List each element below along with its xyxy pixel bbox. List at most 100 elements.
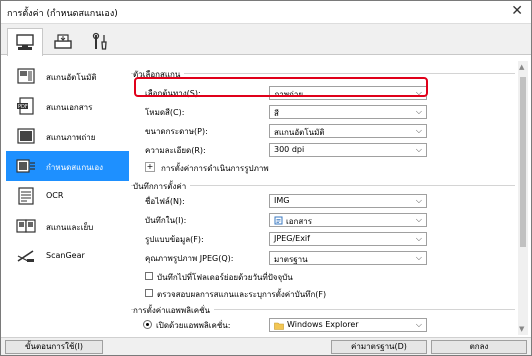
settings-panel: ตัวเลือกสแกน เลือกต้นทาง(S): ภาพถ่าย ⌵ โ…	[131, 61, 517, 335]
check-results-row: ตรวจสอบผลการสแกนและระบุการตั้งค่าบันทึก(…	[131, 286, 451, 300]
open-with-radio[interactable]	[143, 320, 152, 329]
svg-text:PDF: PDF	[18, 104, 28, 110]
data-format-label: รูปแบบข้อมูล(F):	[145, 235, 204, 244]
ok-button[interactable]: ตกลง	[431, 340, 527, 354]
resolution-label: ความละเอียด(R):	[145, 146, 206, 155]
file-name-input[interactable]: IMG ⌵	[269, 194, 427, 208]
jpeg-quality-row: คุณภาพรูปภาพ JPEG(Q): มาตรฐาน ⌵	[131, 251, 431, 265]
check-results-checkbox[interactable]	[145, 289, 153, 297]
auto-scan-icon	[17, 68, 35, 84]
file-name-label: ชื่อไฟล์(N):	[145, 197, 185, 206]
data-format-row: รูปแบบข้อมูล(F): JPEG/Exif ⌵	[131, 232, 431, 246]
sidebar-item-label: กำหนดสแกนเอง	[46, 163, 104, 172]
subfolder-label[interactable]: บันทึกไปที่โฟลเดอร์ย่อยด้วยวันที่ปัจจุบั…	[157, 271, 293, 284]
sidebar-item-scangear[interactable]: ScanGear	[6, 241, 129, 271]
tab-scan-from-computer[interactable]	[7, 28, 43, 57]
save-settings-group: บันทึกการตั้งค่า ชื่อไฟล์(N): IMG ⌵ บันท…	[131, 180, 515, 300]
data-format-value: JPEG/Exif	[274, 234, 310, 243]
custom-scan-icon	[16, 159, 35, 173]
image-processing-label[interactable]: การตั้งค่าการดำเนินการรูปภาพ	[161, 162, 269, 175]
chevron-down-icon: ⌵	[415, 107, 422, 116]
data-format-dropdown[interactable]: JPEG/Exif ⌵	[269, 232, 427, 246]
photo-icon	[17, 128, 35, 144]
sidebar-item-label: สแกนอัตโนมัติ	[46, 73, 97, 82]
paper-size-label: ขนาดกระดาษ(P):	[145, 127, 208, 136]
sidebar-item-label: ScanGear	[46, 251, 85, 260]
folder-icon	[274, 322, 284, 330]
bottom-button-bar: ขั้นตอนการใช้(I) ค่ามาตรฐาน(D) ตกลง	[1, 337, 531, 355]
sidebar-item-label: OCR	[46, 191, 64, 200]
subfolder-row: บันทึกไปที่โฟลเดอร์ย่อยด้วยวันที่ปัจจุบั…	[131, 269, 451, 283]
top-tab-bar	[1, 23, 531, 57]
scroll-down-icon[interactable]: ▼	[519, 325, 524, 333]
save-in-dropdown[interactable]: เอกสาร ⌵	[269, 213, 427, 227]
chevron-down-icon: ⌵	[415, 253, 422, 262]
save-in-row: บันทึกใน(I): เอกสาร ⌵	[131, 213, 431, 227]
folder-icon	[274, 216, 283, 225]
color-mode-label: โหมดสี(C):	[145, 108, 185, 117]
close-icon[interactable]: ✕	[511, 3, 523, 19]
sidebar-item-custom-scan[interactable]: กำหนดสแกนเอง	[6, 151, 129, 181]
select-source-highlight	[134, 77, 428, 97]
color-mode-row: โหมดสี(C): สี ⌵	[131, 105, 431, 119]
sidebar-item-stitch[interactable]: สแกนและเย็บ	[6, 211, 129, 241]
tab-general-settings[interactable]	[83, 28, 119, 56]
app-settings-title: การตั้งค่าแอพพลิเคชั่น	[133, 304, 214, 317]
stitch-icon	[16, 219, 36, 233]
jpeg-quality-value: มาตรฐาน	[274, 255, 308, 264]
jpeg-quality-label: คุณภาพรูปภาพ JPEG(Q):	[145, 254, 234, 263]
chevron-down-icon: ⌵	[415, 126, 422, 135]
scanner-panel-icon	[54, 34, 72, 49]
save-in-label: บันทึกใน(I):	[145, 216, 187, 225]
sidebar-item-label: สแกนภาพถ่าย	[46, 133, 96, 142]
tools-icon	[92, 32, 107, 50]
save-settings-title: บันทึกการตั้งค่า	[133, 180, 191, 193]
tab-scan-from-panel[interactable]	[45, 28, 81, 56]
open-with-dropdown[interactable]: Windows Explorer ⌵	[269, 318, 427, 332]
subfolder-checkbox[interactable]	[145, 272, 153, 280]
sidebar-item-photo-scan[interactable]: สแกนภาพถ่าย	[6, 121, 129, 151]
window-title: การตั้งค่า (กำหนดสแกนเอง)	[7, 9, 118, 19]
sidebar-item-auto-scan[interactable]: สแกนอัตโนมัติ	[6, 61, 129, 91]
expand-button[interactable]: +	[145, 162, 155, 172]
jpeg-quality-dropdown[interactable]: มาตรฐาน ⌵	[269, 251, 427, 265]
scangear-icon	[17, 250, 34, 262]
paper-size-value: สแกนอัตโนมัติ	[274, 128, 325, 137]
chevron-down-icon: ⌵	[415, 234, 422, 243]
check-results-label[interactable]: ตรวจสอบผลการสแกนและระบุการตั้งค่าบันทึก(…	[157, 288, 326, 301]
sidebar-item-ocr[interactable]: OCR	[6, 181, 129, 211]
save-in-value: เอกสาร	[286, 217, 313, 226]
open-with-label[interactable]: เปิดด้วยแอพพลิเคชั่น:	[156, 319, 230, 332]
chevron-down-icon: ⌵	[415, 145, 422, 154]
scroll-thumb[interactable]	[520, 77, 526, 247]
sidebar: สแกนอัตโนมัติ PDF สแกนเอกสาร สแกนภาพถ่าย	[6, 61, 129, 335]
chevron-down-icon: ⌵	[415, 215, 422, 224]
app-settings-group: การตั้งค่าแอพพลิเคชั่น เปิดด้วยแอพพลิเคช…	[131, 304, 515, 335]
settings-window: การตั้งค่า (กำหนดสแกนเอง) ✕ สแกนอัตโนมัต…	[0, 0, 532, 356]
resolution-value: 300 dpi	[274, 145, 305, 154]
color-mode-dropdown[interactable]: สี ⌵	[269, 105, 427, 119]
open-with-value: Windows Explorer	[287, 320, 359, 329]
pdf-document-icon: PDF	[17, 97, 34, 115]
color-mode-value: สี	[274, 109, 279, 118]
open-with-row: เปิดด้วยแอพพลิเคชั่น: Windows Explorer ⌵	[131, 318, 431, 332]
radio-dot	[146, 323, 149, 326]
resolution-row: ความละเอียด(R): 300 dpi ⌵	[131, 143, 431, 157]
scroll-up-icon[interactable]: ▲	[519, 63, 524, 71]
defaults-button[interactable]: ค่ามาตรฐาน(D)	[331, 340, 427, 354]
resolution-dropdown[interactable]: 300 dpi ⌵	[269, 143, 427, 157]
paper-size-dropdown[interactable]: สแกนอัตโนมัติ ⌵	[269, 124, 427, 138]
file-name-value: IMG	[274, 196, 290, 205]
sidebar-item-label: สแกนเอกสาร	[46, 103, 93, 112]
file-name-row: ชื่อไฟล์(N): IMG ⌵	[131, 194, 431, 208]
chevron-down-icon: ⌵	[415, 320, 422, 329]
sidebar-item-document-scan[interactable]: PDF สแกนเอกสาร	[6, 91, 129, 121]
panel-scrollbar[interactable]: ▲ ▼	[518, 61, 528, 335]
sidebar-item-label: สแกนและเย็บ	[46, 223, 94, 232]
title-bar: การตั้งค่า (กำหนดสแกนเอง) ✕	[1, 1, 531, 23]
ocr-icon	[18, 187, 34, 205]
computer-scan-icon	[16, 34, 34, 50]
chevron-down-icon: ⌵	[415, 196, 422, 205]
paper-size-row: ขนาดกระดาษ(P): สแกนอัตโนมัติ ⌵	[131, 124, 431, 138]
instructions-button[interactable]: ขั้นตอนการใช้(I)	[5, 340, 103, 354]
